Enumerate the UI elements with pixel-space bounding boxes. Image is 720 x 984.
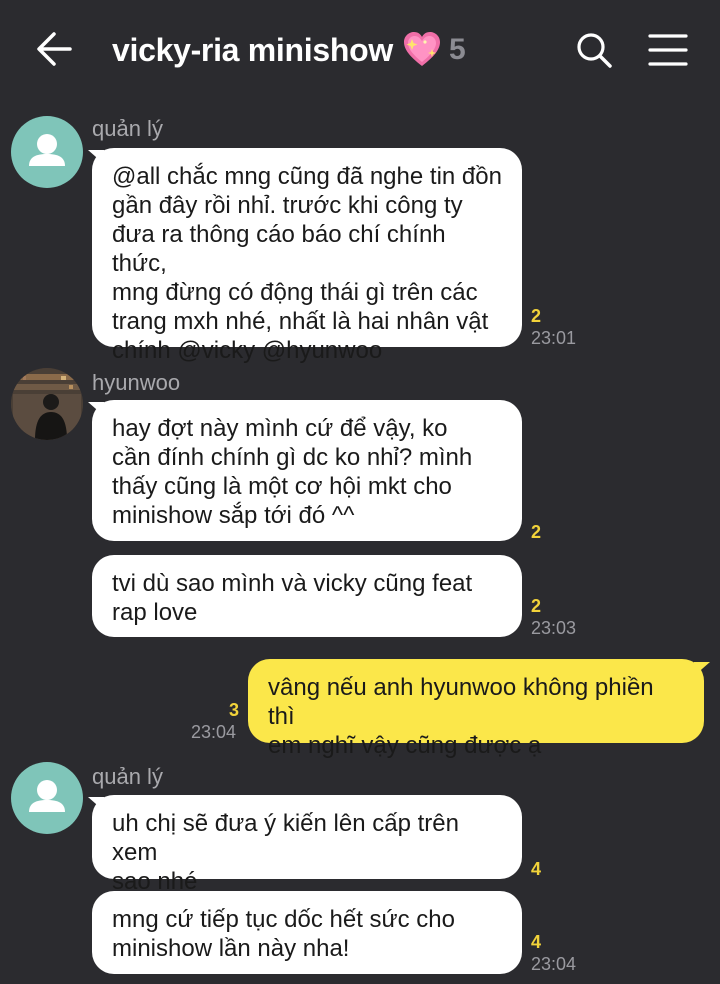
message-bubble[interactable]: tvi dù sao mình và vicky cũng feat rap l…: [92, 555, 522, 637]
message-bubble[interactable]: hay đợt này mình cứ để vậy, ko cần đính …: [92, 400, 522, 541]
profile-photo-icon: [11, 368, 83, 440]
chat-title-area: vicky-ria minishow 5: [112, 28, 466, 72]
default-user-icon: [29, 134, 65, 166]
chat-header: vicky-ria minishow 5: [0, 0, 720, 100]
menu-button[interactable]: [646, 30, 690, 70]
unread-count: 2: [531, 522, 542, 542]
back-arrow-icon: [37, 32, 72, 66]
hamburger-menu-icon: [648, 34, 688, 66]
unread-count: 2: [531, 596, 542, 616]
unread-count: 2: [531, 306, 542, 326]
member-count: 5: [448, 33, 466, 66]
bubble-tail: [694, 662, 710, 676]
message-time: 23:04: [191, 722, 237, 742]
message-time: 23:04: [531, 954, 577, 974]
default-user-icon: [29, 780, 65, 812]
search-icon: [577, 33, 612, 68]
message-time: 23:03: [531, 618, 577, 638]
avatar-default-user[interactable]: [11, 762, 83, 834]
unread-count: 3: [229, 700, 240, 720]
unread-count: 4: [531, 932, 542, 952]
sender-name: quản lý: [92, 116, 163, 141]
message-bubble[interactable]: uh chị sẽ đưa ý kiến lên cấp trên xem sa…: [92, 795, 522, 895]
chat-title: vicky-ria minishow: [112, 31, 393, 68]
avatar-hyunwoo[interactable]: [11, 368, 83, 440]
unread-count: 4: [531, 859, 542, 879]
sender-name: hyunwoo: [92, 370, 181, 395]
message-time: 23:01: [531, 328, 577, 348]
sparkling-heart-icon: [401, 29, 443, 71]
message-bubble[interactable]: mng cứ tiếp tục dốc hết sức cho minishow…: [92, 891, 522, 974]
my-message-bubble[interactable]: vâng nếu anh hyunwoo không phiền thì em …: [248, 659, 704, 759]
message-bubble[interactable]: @all chắc mng cũng đã nghe tin đồn gần đ…: [92, 148, 522, 364]
sender-name: quản lý: [92, 764, 163, 789]
search-button[interactable]: [572, 28, 616, 72]
avatar-default-user[interactable]: [11, 116, 83, 188]
back-button[interactable]: [30, 26, 80, 72]
